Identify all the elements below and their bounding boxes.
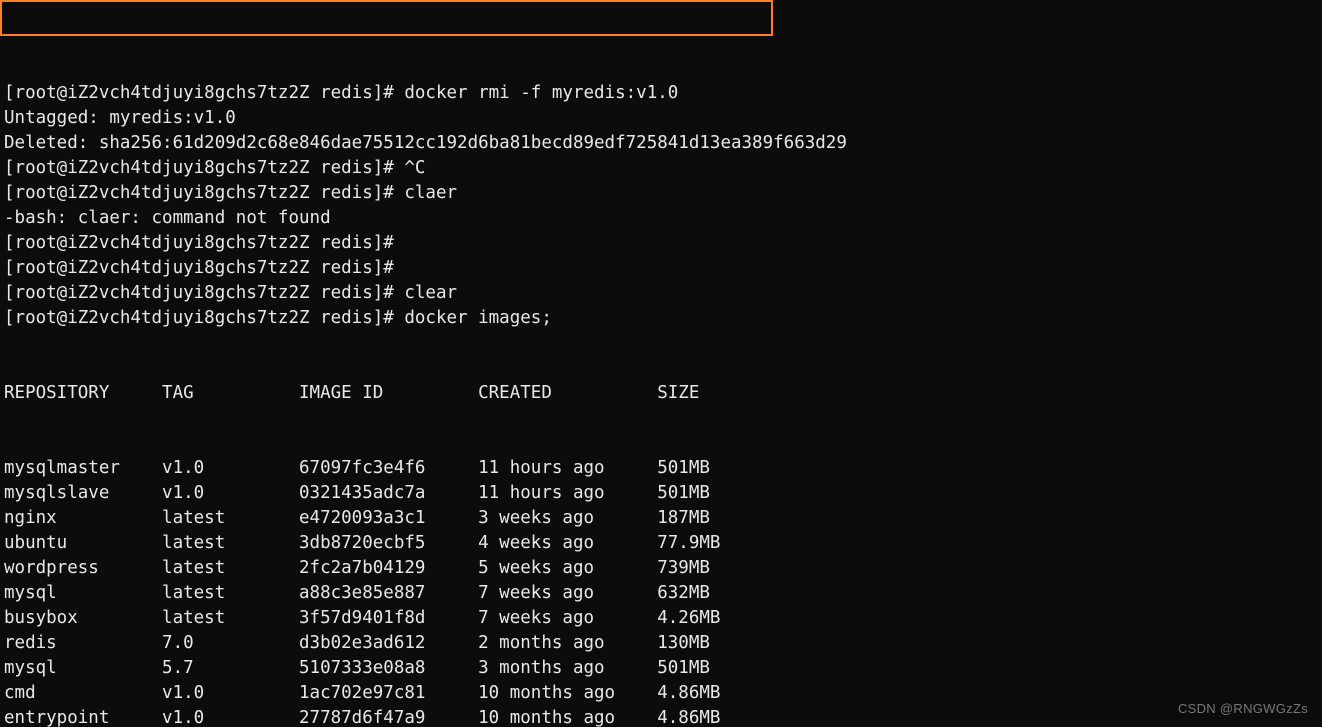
table-header: REPOSITORY TAG IMAGE ID CREATED SIZE bbox=[4, 381, 1318, 406]
table-row: mysql 5.7 5107333e08a8 3 months ago 501M… bbox=[4, 656, 1318, 681]
table-row: cmd v1.0 1ac702e97c81 10 months ago 4.86… bbox=[4, 681, 1318, 706]
terminal-line: [root@iZ2vch4tdjuyi8gchs7tz2Z redis]# do… bbox=[4, 306, 1318, 331]
table-row: ubuntu latest 3db8720ecbf5 4 weeks ago 7… bbox=[4, 531, 1318, 556]
terminal-line: [root@iZ2vch4tdjuyi8gchs7tz2Z redis]# do… bbox=[4, 81, 1318, 106]
table-row: nginx latest e4720093a3c1 3 weeks ago 18… bbox=[4, 506, 1318, 531]
table-rows: mysqlmaster v1.0 67097fc3e4f6 11 hours a… bbox=[4, 456, 1318, 727]
terminal-line: -bash: claer: command not found bbox=[4, 206, 1318, 231]
terminal-line: [root@iZ2vch4tdjuyi8gchs7tz2Z redis]# bbox=[4, 256, 1318, 281]
terminal-line: Untagged: myredis:v1.0 bbox=[4, 106, 1318, 131]
terminal-line: [root@iZ2vch4tdjuyi8gchs7tz2Z redis]# cl… bbox=[4, 181, 1318, 206]
table-row: wordpress latest 2fc2a7b04129 5 weeks ag… bbox=[4, 556, 1318, 581]
terminal-line: [root@iZ2vch4tdjuyi8gchs7tz2Z redis]# ^C bbox=[4, 156, 1318, 181]
table-row: redis 7.0 d3b02e3ad612 2 months ago 130M… bbox=[4, 631, 1318, 656]
terminal-line: Deleted: sha256:61d209d2c68e846dae75512c… bbox=[4, 131, 1318, 156]
table-row: mysqlslave v1.0 0321435adc7a 11 hours ag… bbox=[4, 481, 1318, 506]
terminal-line: [root@iZ2vch4tdjuyi8gchs7tz2Z redis]# cl… bbox=[4, 281, 1318, 306]
watermark: CSDN @RNGWGzZs bbox=[1178, 696, 1308, 721]
terminal[interactable]: [root@iZ2vch4tdjuyi8gchs7tz2Z redis]# do… bbox=[0, 0, 1322, 727]
table-row: mysqlmaster v1.0 67097fc3e4f6 11 hours a… bbox=[4, 456, 1318, 481]
terminal-line: [root@iZ2vch4tdjuyi8gchs7tz2Z redis]# bbox=[4, 231, 1318, 256]
table-row: mysql latest a88c3e85e887 7 weeks ago 63… bbox=[4, 581, 1318, 606]
highlight-box bbox=[0, 0, 773, 36]
table-row: busybox latest 3f57d9401f8d 7 weeks ago … bbox=[4, 606, 1318, 631]
terminal-output-top: [root@iZ2vch4tdjuyi8gchs7tz2Z redis]# do… bbox=[4, 81, 1318, 331]
table-row: entrypoint v1.0 27787d6f47a9 10 months a… bbox=[4, 706, 1318, 727]
